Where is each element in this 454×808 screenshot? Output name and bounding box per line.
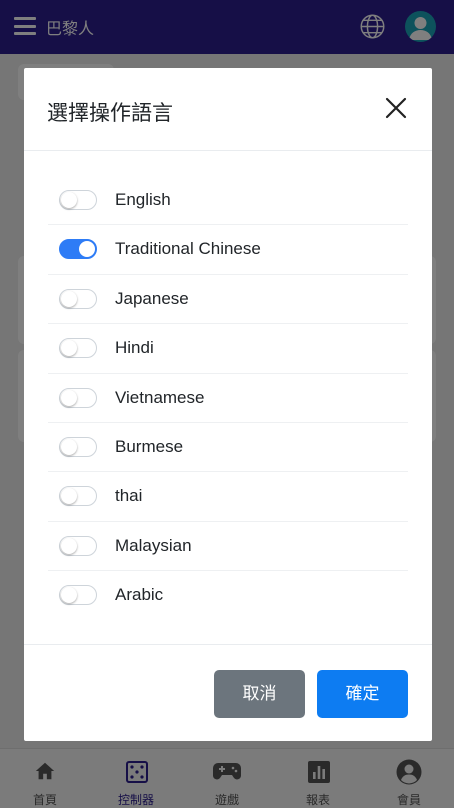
- modal-footer: 取消 確定: [24, 644, 432, 741]
- cancel-button[interactable]: 取消: [214, 670, 305, 718]
- language-label: thai: [115, 486, 143, 506]
- language-toggle[interactable]: [59, 535, 97, 556]
- language-option[interactable]: thai: [48, 472, 408, 522]
- language-toggle[interactable]: [59, 585, 97, 606]
- language-option[interactable]: Vietnamese: [48, 374, 408, 423]
- language-label: Traditional Chinese: [115, 239, 261, 259]
- language-list: English Traditional Chinese Japanese Hin…: [48, 176, 408, 621]
- language-toggle[interactable]: [59, 190, 97, 210]
- language-option[interactable]: Malaysian: [48, 522, 408, 572]
- language-option[interactable]: Japanese: [48, 275, 408, 325]
- language-toggle[interactable]: [59, 387, 97, 408]
- language-toggle[interactable]: [59, 239, 97, 260]
- language-label: Burmese: [115, 436, 184, 456]
- language-option[interactable]: Burmese: [48, 423, 408, 473]
- language-label: Japanese: [115, 288, 189, 308]
- language-option[interactable]: Arabic: [48, 571, 408, 620]
- language-label: English: [115, 190, 171, 209]
- language-toggle[interactable]: [59, 338, 97, 359]
- language-label: Hindi: [115, 338, 154, 358]
- language-toggle[interactable]: [59, 486, 97, 507]
- modal-header: 選擇操作語言: [24, 68, 432, 151]
- language-toggle[interactable]: [59, 288, 97, 309]
- language-option[interactable]: Hindi: [48, 324, 408, 374]
- language-label: Arabic: [115, 585, 164, 605]
- language-option[interactable]: Traditional Chinese: [48, 225, 408, 275]
- language-modal: 選擇操作語言 English Traditional Chinese Japan…: [24, 68, 432, 741]
- confirm-button[interactable]: 確定: [317, 670, 408, 718]
- language-toggle[interactable]: [59, 436, 97, 457]
- language-option[interactable]: English: [48, 176, 408, 226]
- modal-title: 選擇操作語言: [47, 101, 173, 125]
- close-icon[interactable]: [384, 96, 408, 120]
- language-label: Vietnamese: [115, 387, 205, 407]
- language-label: Malaysian: [115, 535, 192, 555]
